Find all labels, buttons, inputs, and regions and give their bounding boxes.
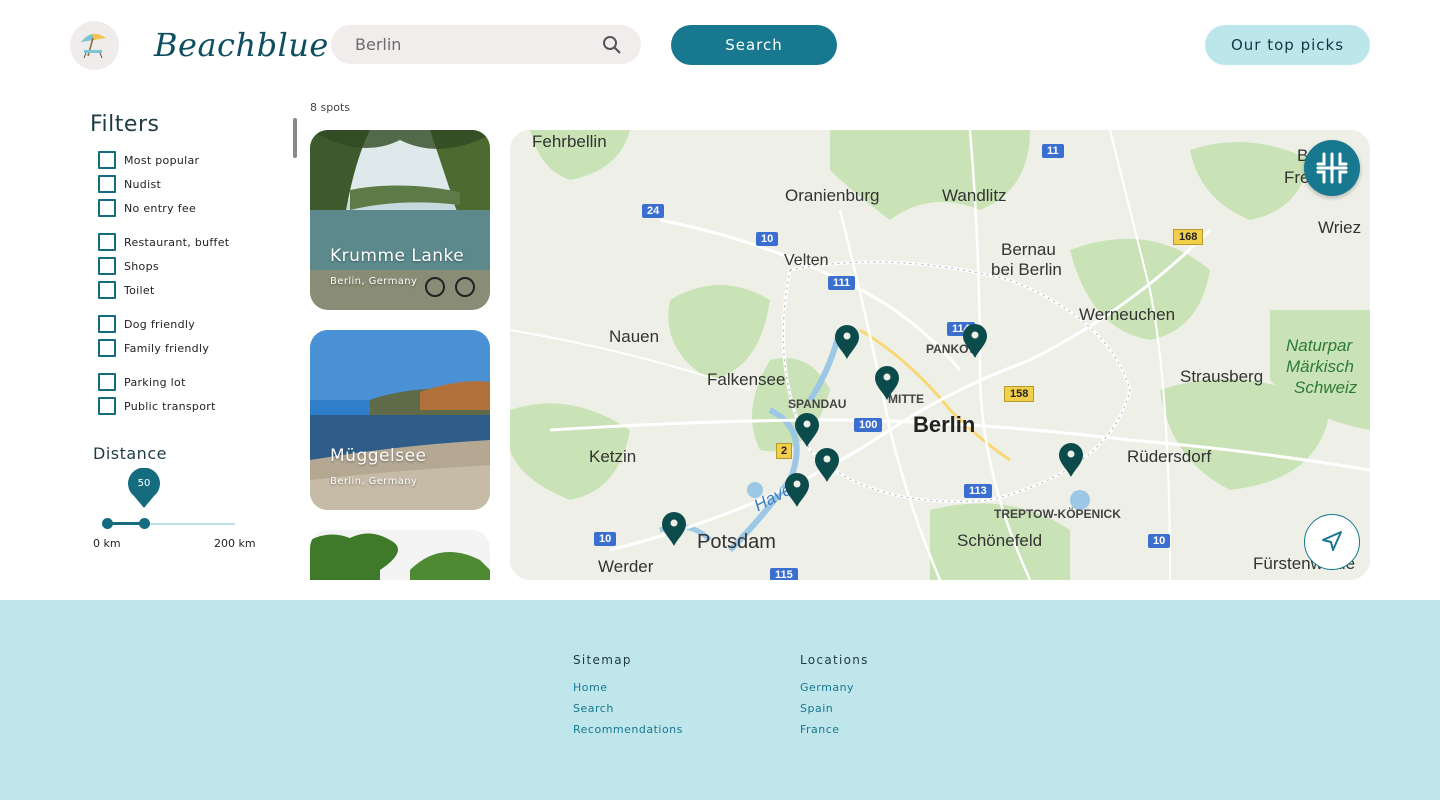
- navigation-arrow-icon: [1322, 531, 1342, 551]
- spot-card-title: Müggelsee: [330, 446, 427, 466]
- filter-dog-friendly[interactable]: Dog friendly: [98, 315, 195, 333]
- spot-card-title: Krumme Lanke: [330, 246, 465, 266]
- footer-sitemap-title: Sitemap: [573, 653, 632, 667]
- spot-card[interactable]: Krumme Lanke Berlin, Germany: [310, 130, 490, 310]
- search-box[interactable]: [331, 25, 641, 64]
- checkbox[interactable]: [98, 175, 116, 193]
- map-pins: [662, 324, 1083, 546]
- map-pin: [795, 413, 819, 447]
- footer-link-search[interactable]: Search: [573, 702, 614, 715]
- map-pin: [835, 325, 859, 359]
- footer: Sitemap Home Search Recommendations Loca…: [0, 600, 1440, 800]
- distance-slider-start: [102, 518, 113, 529]
- filter-label: Dog friendly: [124, 317, 196, 331]
- header: Beachblue Search Our top picks: [0, 0, 1440, 90]
- distance-min-label: 0 km: [93, 537, 121, 550]
- distance-value: 50: [137, 478, 151, 489]
- filter-toilet[interactable]: Toilet: [98, 281, 155, 299]
- distance-max-label: 200 km: [214, 537, 256, 550]
- spot-card[interactable]: Müggelsee Berlin, Germany: [310, 330, 490, 510]
- spot-photo: [310, 530, 490, 580]
- footer-locations-title: Locations: [800, 653, 869, 667]
- footer-link-france[interactable]: France: [800, 723, 840, 736]
- checkbox[interactable]: [98, 257, 116, 275]
- filters-title: Filters: [90, 112, 160, 137]
- search-icon[interactable]: [602, 35, 622, 59]
- filter-label: Parking lot: [124, 375, 186, 389]
- search-button[interactable]: Search: [671, 25, 837, 65]
- checkbox[interactable]: [98, 199, 116, 217]
- search-input[interactable]: [355, 25, 595, 64]
- distance-value-bubble: 50: [128, 467, 160, 508]
- filter-most-popular[interactable]: Most popular: [98, 151, 199, 169]
- checkbox[interactable]: [98, 151, 116, 169]
- filters-scrollbar[interactable]: [293, 118, 297, 158]
- filter-label: Family friendly: [124, 341, 210, 355]
- spots-count: 8 spots: [310, 101, 350, 114]
- map-pin: [785, 473, 809, 507]
- checkbox[interactable]: [98, 397, 116, 415]
- filter-no-entry-fee[interactable]: No entry fee: [98, 199, 196, 217]
- footer-link-germany[interactable]: Germany: [800, 681, 854, 694]
- filter-parking-lot[interactable]: Parking lot: [98, 373, 186, 391]
- filter-label: Nudist: [124, 177, 162, 191]
- spot-card-subtitle: Berlin, Germany: [330, 476, 418, 487]
- filter-nudist[interactable]: Nudist: [98, 175, 161, 193]
- checkbox[interactable]: [98, 315, 116, 333]
- filter-label: Most popular: [124, 153, 200, 167]
- filter-public-transport[interactable]: Public transport: [98, 397, 216, 415]
- checkbox[interactable]: [98, 339, 116, 357]
- filter-label: Public transport: [124, 399, 216, 413]
- map-pin: [815, 448, 839, 482]
- results-list[interactable]: Krumme Lanke Berlin, Germany Müggelsee B…: [310, 130, 490, 580]
- beach-umbrella-icon: [81, 33, 106, 59]
- map-pin: [662, 512, 686, 546]
- brand-name[interactable]: Beachblue: [154, 26, 329, 64]
- logo[interactable]: [70, 21, 119, 70]
- footer-link-home[interactable]: Home: [573, 681, 607, 694]
- locate-me-button[interactable]: [1304, 514, 1360, 570]
- filter-restaurant[interactable]: Restaurant, buffet: [98, 233, 229, 251]
- footer-link-spain[interactable]: Spain: [800, 702, 833, 715]
- checkbox[interactable]: [98, 373, 116, 391]
- filter-label: Toilet: [124, 283, 155, 297]
- spot-card-subtitle: Berlin, Germany: [330, 276, 418, 287]
- checkbox[interactable]: [98, 233, 116, 251]
- footer-link-recommendations[interactable]: Recommendations: [573, 723, 683, 736]
- map-pin: [963, 324, 987, 358]
- filter-label: No entry fee: [124, 201, 197, 215]
- spot-card[interactable]: [310, 530, 490, 580]
- map-pin: [1059, 443, 1083, 477]
- top-picks-button[interactable]: Our top picks: [1205, 25, 1370, 65]
- filter-family-friendly[interactable]: Family friendly: [98, 339, 209, 357]
- map[interactable]: Fehrbellin Oranienburg Wandlitz Velten B…: [510, 130, 1370, 580]
- map-pin: [875, 366, 899, 400]
- filter-shops[interactable]: Shops: [98, 257, 159, 275]
- distance-slider-thumb[interactable]: [139, 518, 150, 529]
- checkbox[interactable]: [98, 281, 116, 299]
- collapse-icon: [1316, 152, 1348, 184]
- filter-label: Shops: [124, 259, 159, 273]
- collapse-map-button[interactable]: [1304, 140, 1360, 196]
- filter-label: Restaurant, buffet: [124, 235, 230, 249]
- distance-title: Distance: [93, 444, 167, 463]
